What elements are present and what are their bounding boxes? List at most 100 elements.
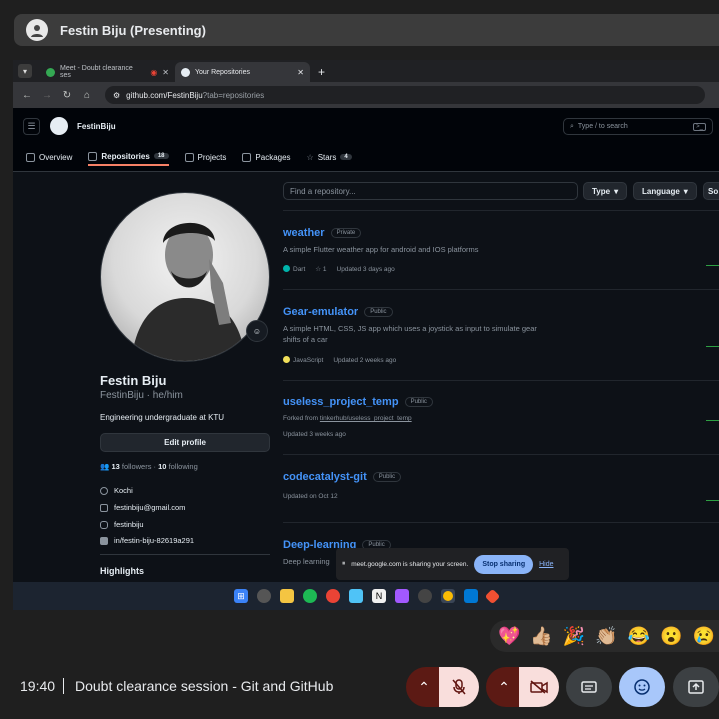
close-icon[interactable]: ✕ [162,68,169,77]
tab-repositories[interactable]: Repositories 18 [88,148,169,166]
vscode-icon[interactable] [464,589,478,603]
edit-profile-button[interactable]: Edit profile [100,433,270,452]
header-username[interactable]: FestinBiju [77,122,116,131]
set-status-icon[interactable]: ☺ [246,320,268,342]
tab-projects[interactable]: Projects [184,148,226,166]
reaction-heart-icon[interactable]: 💖 [498,626,520,647]
audio-options-button[interactable]: ⌃ [406,667,442,707]
tab-search-icon[interactable]: ▾ [18,64,32,78]
openai-icon[interactable] [418,589,432,603]
find-repository-input[interactable]: Find a repository... [283,182,578,200]
avatar[interactable] [100,192,270,362]
tab-packages[interactable]: Packages [242,148,291,166]
repo-forked-from: Forked from tinkerhub/useless_project_te… [283,413,553,424]
share-notice-text: meet.google.com is sharing your screen. [351,560,469,568]
language-filter-button[interactable]: Language ▾ [633,182,697,200]
reaction-surprised-icon[interactable]: 😮 [660,626,682,647]
present-screen-button[interactable] [673,667,719,707]
language-color-icon [283,265,290,272]
repo-link[interactable]: Gear-emulator [283,306,358,318]
tab-stars[interactable]: ☆ Stars 4 [307,148,352,166]
tab-label: Overview [39,152,73,162]
type-filter-button[interactable]: Type ▾ [583,182,628,200]
tab-label: Stars [317,152,337,162]
forked-source-link[interactable]: tinkerhub/useless_project_temp [320,415,412,422]
pause-icon[interactable]: ⏸ [342,560,345,568]
email-text[interactable]: festinbiju@gmail.com [114,503,185,512]
hide-notice-link[interactable]: Hide [539,561,553,568]
linkedin-text[interactable]: in/festin-biju-82619a291 [114,536,194,545]
reaction-clap-icon[interactable]: 👏🏼 [595,626,617,647]
tab-overview[interactable]: Overview [26,148,72,166]
following-label[interactable]: following [169,462,198,471]
language-color-icon [283,356,290,363]
files-icon[interactable] [280,589,294,603]
close-icon[interactable]: ✕ [297,68,304,77]
back-icon[interactable]: ← [17,90,37,101]
microphone-toggle-button[interactable] [439,667,479,707]
url-path: ?tab=repositories [202,90,265,100]
following-count[interactable]: 10 [158,462,166,471]
divider [63,678,64,694]
reload-icon[interactable]: ↻ [57,90,77,101]
followers-label[interactable]: followers [122,462,152,471]
windows-icon[interactable]: ⊞ [234,589,248,603]
repo-updated: Updated on Oct 12 [283,493,338,500]
search-icon: ⌕ [570,122,574,130]
notion-icon[interactable]: N [372,589,386,603]
profile-email[interactable]: festinbiju@gmail.com [100,503,185,512]
chrome-icon[interactable] [326,589,340,603]
stop-sharing-button[interactable]: Stop sharing [474,554,534,574]
reaction-thumbs-up-icon[interactable]: 👍🏼 [530,626,552,647]
repo-language: JavaScript [293,357,324,364]
profile-instagram[interactable]: festinbiju [100,520,144,529]
new-tab-button[interactable]: + [318,65,325,79]
repo-link[interactable]: useless_project_temp [283,396,399,408]
browser-tab-repositories[interactable]: Your Repositories ✕ [175,62,310,82]
browser-tab-meet[interactable]: Meet - Doubt clearance ses ◉ ✕ [40,62,175,82]
notes-icon[interactable] [349,589,363,603]
github-favicon-icon [181,67,190,77]
package-icon [242,152,252,162]
reactions-button[interactable] [619,667,665,707]
meeting-title: Doubt clearance session - Git and GitHub [75,678,334,694]
github-header: ☰ FestinBiju ⌕ Type / to search >_ Overv… [13,108,719,172]
reaction-sad-icon[interactable]: 😢 [693,626,715,647]
spotify-icon[interactable] [303,589,317,603]
github-logo-icon[interactable] [50,117,68,135]
reaction-laugh-icon[interactable]: 😂 [628,626,650,647]
repo-stars[interactable]: ☆ 1 [315,265,326,273]
command-palette-icon[interactable]: >_ [693,122,706,131]
git-icon[interactable] [484,588,501,604]
sort-filter-button[interactable]: So [703,182,719,200]
address-bar[interactable]: ⚙ github.com/FestinBiju?tab=repositories [105,86,705,104]
captions-button[interactable] [566,667,612,707]
figma-icon[interactable] [395,589,409,603]
repo-link[interactable]: codecatalyst-git [283,471,367,483]
menu-icon[interactable]: ☰ [23,118,40,135]
repo-meta: JavaScript Updated 2 weeks ago [283,356,396,364]
camera-off-icon [530,680,548,694]
chrome-active-icon[interactable] [441,589,455,603]
filter-label: Type [592,186,611,196]
repo-link[interactable]: weather [283,227,325,239]
search-input[interactable]: ⌕ Type / to search >_ [563,118,713,135]
screen-share-notice: ⏸ meet.google.com is sharing your screen… [336,548,569,580]
tab-title: Your Repositories [195,68,250,76]
activity-sparkline [706,420,719,421]
instagram-text[interactable]: festinbiju [114,520,144,529]
followers-count[interactable]: 13 [111,462,119,471]
chevron-down-icon: ▾ [614,186,619,196]
home-icon[interactable]: ⌂ [77,90,97,101]
camera-toggle-button[interactable] [519,667,559,707]
reaction-party-icon[interactable]: 🎉 [563,626,585,647]
site-info-icon[interactable]: ⚙ [113,91,120,100]
divider [283,454,719,455]
forward-icon[interactable]: → [37,90,57,101]
profile-linkedin[interactable]: in/festin-biju-82619a291 [100,536,194,545]
instagram-icon [100,520,108,529]
video-options-button[interactable]: ⌃ [486,667,522,707]
meet-favicon-icon [46,67,55,77]
chatgpt-icon[interactable] [257,589,271,603]
tab-counter: 4 [340,154,352,160]
